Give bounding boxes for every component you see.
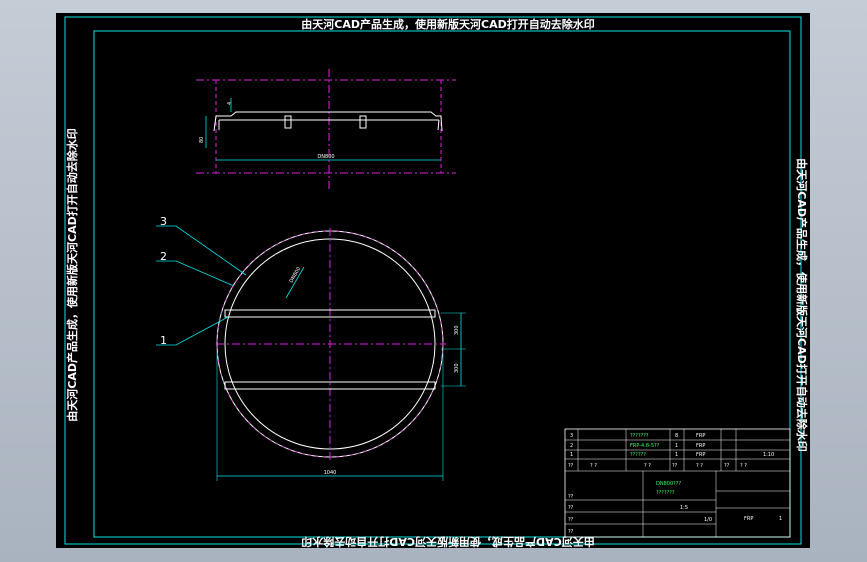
header-col-3: ? ? — [644, 463, 651, 469]
sheet-number: 1 — [779, 516, 782, 522]
header-col-4: ?? — [672, 463, 678, 469]
part-2-no: 2 — [570, 443, 573, 449]
scale-label: 1:10 — [763, 452, 774, 458]
leader-3-label: 3 — [160, 215, 167, 228]
section-plate-edge-right — [437, 115, 443, 132]
section-rib-2 — [359, 115, 367, 129]
section-rib-1 — [284, 115, 292, 129]
section-dim-small: 4 — [227, 102, 233, 105]
leader-1-label: 1 — [160, 334, 167, 347]
header-col-2: ? ? — [590, 463, 597, 469]
sign-row-3: ?? — [568, 517, 574, 523]
sign-row-1: ?? — [568, 494, 574, 500]
drawing-name: DN800??? — [656, 481, 681, 487]
header-col-5: ? ? — [696, 463, 703, 469]
part-3-name: ??????? — [630, 433, 649, 439]
part-3-material: FRP — [696, 433, 705, 439]
part-1-material: FRP — [696, 452, 705, 458]
part-2-qty: 1 — [675, 443, 678, 449]
drawing-sub: ??????? — [656, 490, 675, 496]
watermark-top: 由天河CAD产品生成，使用新版天河CAD打开自动去除水印 — [301, 17, 594, 31]
part-3-qty: 8 — [675, 433, 678, 439]
drawing-inner-frame — [93, 30, 791, 538]
scale-ratio: 1:5 — [680, 505, 688, 511]
cad-canvas[interactable]: 由天河CAD产品生成，使用新版天河CAD打开自动去除水印 由天河CAD产品生成，… — [56, 13, 810, 548]
sign-row-2: ?? — [568, 505, 574, 511]
part-1-no: 1 — [570, 452, 573, 458]
plan-dim-gap-2: 300 — [454, 363, 460, 373]
header-col-6: ?? — [724, 463, 730, 469]
section-dim-width: DN800 — [317, 154, 334, 160]
part-3-no: 3 — [570, 433, 573, 439]
leader-3-line — [156, 225, 247, 276]
part-2-name: FRP-4.8-5?? — [630, 443, 660, 449]
cad-drawing: 由天河CAD产品生成，使用新版天河CAD打开自动去除水印 由天河CAD产品生成，… — [64, 16, 809, 548]
section-view: DN800 80 4 — [196, 69, 456, 191]
watermark-bottom: 由天河CAD产品生成，使用新版天河CAD打开自动去除水印 — [301, 535, 594, 548]
header-col-1: ?? — [568, 463, 574, 469]
material-label: FRP — [744, 516, 753, 522]
leader-2-label: 2 — [160, 250, 167, 263]
sign-row-4: ?? — [568, 529, 574, 535]
plan-dim-outer: 1040 — [324, 470, 337, 476]
watermark-left: 由天河CAD产品生成，使用新版天河CAD打开自动去除水印 — [65, 128, 79, 421]
leader-2-line — [156, 260, 235, 287]
count-label: 1/0 — [704, 517, 712, 523]
part-1-name: ?????? — [630, 452, 646, 458]
section-dim-height: 80 — [199, 137, 205, 143]
plan-view: 300 300 1040 DN800 3 2 1 — [156, 215, 466, 481]
part-2-material: FRP — [696, 443, 705, 449]
part-1-qty: 1 — [675, 452, 678, 458]
plan-dim-gap-1: 300 — [454, 325, 460, 335]
drawing-outer-border — [64, 16, 802, 545]
header-col-7: ? ? — [740, 463, 747, 469]
title-block: 3 ??????? 8 FRP 2 FRP-4.8-5?? 1 FRP 1 ??… — [564, 428, 791, 538]
watermark-right: 由天河CAD产品生成，使用新版天河CAD打开自动去除水印 — [795, 158, 809, 451]
